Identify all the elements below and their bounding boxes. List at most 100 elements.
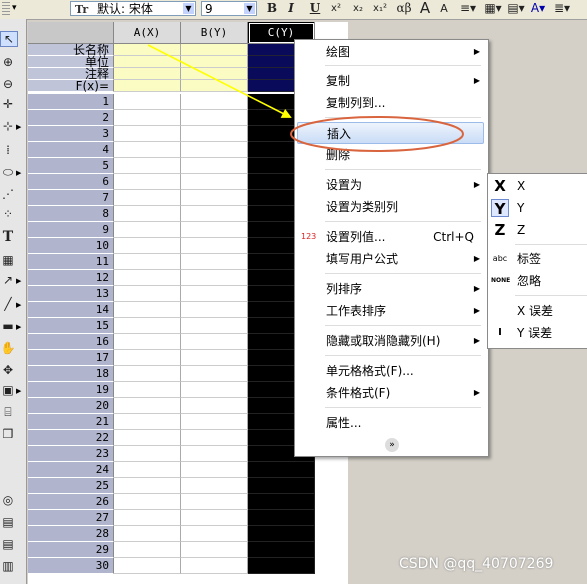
menu-item-set-as-categorical[interactable]: 设置为类别列 [297, 196, 484, 218]
table-cell[interactable] [181, 270, 248, 286]
graph-icon[interactable]: ▣ [0, 383, 16, 397]
table-cell[interactable] [114, 366, 181, 382]
table-cell[interactable] [181, 366, 248, 382]
chevron-right-icon[interactable]: ▶ [16, 301, 21, 309]
table-cell[interactable] [181, 238, 248, 254]
chevron-right-icon[interactable]: ▶ [16, 169, 21, 177]
zoom-out-icon[interactable]: ⊖ [0, 77, 16, 91]
table-cell[interactable] [114, 430, 181, 446]
row-header[interactable]: 22 [28, 430, 114, 446]
subscript-button[interactable]: x₂ [349, 0, 367, 17]
table-cell[interactable] [114, 446, 181, 462]
grow-font-button[interactable]: A [417, 0, 433, 17]
line-tool-icon[interactable]: ╱ [0, 297, 16, 311]
table-cell[interactable] [181, 526, 248, 542]
table-cell[interactable] [248, 542, 315, 558]
row-header[interactable]: 6 [28, 174, 114, 190]
table-cell[interactable] [181, 398, 248, 414]
table-cell[interactable] [181, 190, 248, 206]
table-cell[interactable] [181, 110, 248, 126]
document-icon[interactable]: ▥ [0, 559, 16, 573]
row-header[interactable]: 28 [28, 526, 114, 542]
draw-data-icon[interactable]: ⋰ [0, 187, 16, 201]
table-cell[interactable] [114, 190, 181, 206]
row-header[interactable]: 8 [28, 206, 114, 222]
table-cell[interactable] [114, 462, 181, 478]
submenu-item-ignore[interactable]: NONE 忽略 [488, 270, 587, 292]
superscript-button[interactable]: x² [327, 0, 345, 17]
table-cell[interactable] [114, 414, 181, 430]
chevron-down-icon[interactable]: ▼ [244, 3, 255, 14]
table-cell[interactable] [248, 494, 315, 510]
row-header[interactable]: 4 [28, 142, 114, 158]
submenu-item-y-error[interactable]: I Y 误差 [488, 322, 587, 344]
region-icon[interactable]: ⁘ [0, 207, 16, 221]
meta-cell[interactable] [181, 56, 248, 68]
circle-tool-icon[interactable]: ◎ [0, 493, 16, 507]
row-header[interactable]: 1 [28, 94, 114, 110]
toolbar-grip[interactable] [2, 2, 10, 17]
menu-item-hide-unhide-columns[interactable]: 隐藏或取消隐藏列(H) ▶ [297, 330, 484, 352]
table-cell[interactable] [181, 286, 248, 302]
row-header[interactable]: 27 [28, 510, 114, 526]
sheet-corner[interactable] [28, 22, 114, 44]
table-cell[interactable] [181, 142, 248, 158]
row-header[interactable]: 23 [28, 446, 114, 462]
table-icon[interactable]: ▦ [0, 253, 16, 267]
row-header[interactable]: 13 [28, 286, 114, 302]
supsub-button[interactable]: x₁² [371, 0, 389, 17]
table-cell[interactable] [114, 222, 181, 238]
table-cell[interactable] [114, 174, 181, 190]
table-cell[interactable] [114, 94, 181, 110]
toolbar-options-icon[interactable]: ▾ [12, 3, 17, 13]
table-cell[interactable] [181, 462, 248, 478]
row-header[interactable]: 18 [28, 366, 114, 382]
table-cell[interactable] [181, 222, 248, 238]
fill-icon[interactable]: ▤▾ [506, 0, 526, 17]
chevron-right-icon[interactable]: ▶ [16, 323, 21, 331]
table-cell[interactable] [181, 510, 248, 526]
submenu-item-label[interactable]: abc 标签 [488, 248, 587, 270]
table-cell[interactable] [181, 558, 248, 574]
submenu-item-x-error[interactable]: X 误差 [488, 300, 587, 322]
table-cell[interactable] [181, 382, 248, 398]
chevron-right-icon[interactable]: ▶ [16, 123, 21, 131]
menu-item-plot[interactable]: 绘图 ▶ [297, 41, 484, 63]
chevron-down-icon[interactable]: ▼ [183, 3, 194, 14]
bold-button[interactable]: B [265, 0, 279, 17]
mask-icon[interactable]: ⬭ [0, 165, 16, 180]
table-cell[interactable] [181, 158, 248, 174]
submenu-item-y[interactable]: YY [488, 197, 587, 219]
row-header[interactable]: 29 [28, 542, 114, 558]
table-cell[interactable] [114, 126, 181, 142]
table-cell[interactable] [114, 110, 181, 126]
table-cell[interactable] [114, 350, 181, 366]
row-header[interactable]: 3 [28, 126, 114, 142]
meta-cell[interactable] [114, 80, 181, 92]
data-reader-icon[interactable]: ✛ [0, 97, 16, 111]
hand-icon[interactable]: ✋ [0, 341, 16, 355]
table-cell[interactable] [114, 286, 181, 302]
table-cell[interactable] [114, 206, 181, 222]
border-icon[interactable]: ▦▾ [482, 0, 504, 17]
menu-item-sort-column[interactable]: 列排序 ▶ [297, 278, 484, 300]
row-header[interactable]: 26 [28, 494, 114, 510]
table-cell[interactable] [181, 414, 248, 430]
chevron-right-icon[interactable]: ▶ [16, 387, 21, 395]
row-header[interactable]: 24 [28, 462, 114, 478]
table-cell[interactable] [248, 462, 315, 478]
menu-item-sort-worksheet[interactable]: 工作表排序 ▶ [297, 300, 484, 322]
table-cell[interactable] [114, 542, 181, 558]
row-header[interactable]: 2 [28, 110, 114, 126]
greek-button[interactable]: αβ [393, 0, 415, 17]
italic-button[interactable]: I [284, 0, 298, 17]
row-header[interactable]: 21 [28, 414, 114, 430]
row-header[interactable]: 14 [28, 302, 114, 318]
row-header[interactable]: 19 [28, 382, 114, 398]
table-cell[interactable] [181, 334, 248, 350]
row-header[interactable]: 15 [28, 318, 114, 334]
row-header[interactable]: 11 [28, 254, 114, 270]
row-header[interactable]: 16 [28, 334, 114, 350]
row-header[interactable]: 5 [28, 158, 114, 174]
row-header[interactable]: 20 [28, 398, 114, 414]
